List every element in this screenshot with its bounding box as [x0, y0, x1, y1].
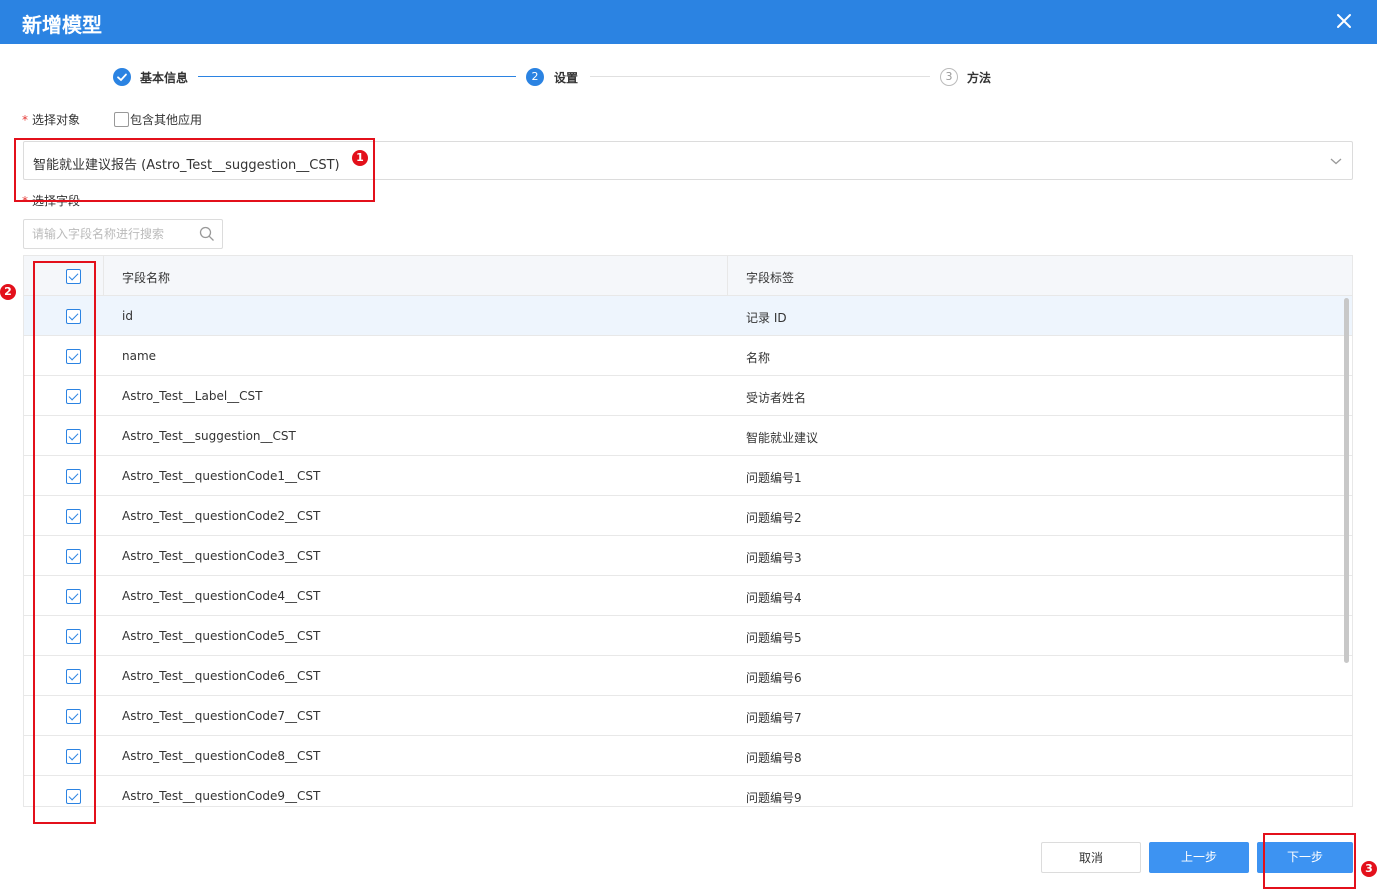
table-row[interactable]: Astro_Test__questionCode8__CST 问题编号8	[24, 736, 1352, 776]
table-row[interactable]: Astro_Test__questionCode4__CST 问题编号4	[24, 576, 1352, 616]
field-label-cell: 问题编号3	[746, 551, 802, 565]
close-icon[interactable]	[1333, 10, 1355, 32]
field-label-cell: 问题编号8	[746, 751, 802, 765]
table-row[interactable]: Astro_Test__questionCode1__CST 问题编号1	[24, 456, 1352, 496]
chevron-down-icon	[1330, 158, 1342, 165]
step-settings: 设置	[554, 71, 579, 85]
field-label-cell: 受访者姓名	[746, 391, 807, 405]
include-other-apps-checkbox[interactable]: 包含其他应用	[114, 111, 202, 128]
table-row[interactable]: Astro_Test__questionCode9__CST 问题编号9	[24, 776, 1352, 806]
table-row[interactable]: Astro_Test__questionCode3__CST 问题编号3	[24, 536, 1352, 576]
table-header: 字段名称 字段标签	[24, 256, 1352, 296]
field-name-cell: Astro_Test__questionCode4__CST	[122, 589, 321, 603]
field-label-cell: 问题编号9	[746, 791, 802, 805]
table-row[interactable]: Astro_Test__questionCode5__CST 问题编号5	[24, 616, 1352, 656]
table-row[interactable]: Astro_Test__questionCode7__CST 问题编号7	[24, 696, 1352, 736]
step-done-icon	[113, 68, 131, 86]
table-scrollbar[interactable]	[1344, 298, 1349, 663]
field-search[interactable]	[23, 219, 223, 249]
field-search-input[interactable]	[32, 225, 192, 243]
step-basic-info: 基本信息	[140, 71, 189, 85]
field-name-cell: Astro_Test__questionCode9__CST	[122, 789, 321, 803]
table-row[interactable]: name 名称	[24, 336, 1352, 376]
field-name-cell: Astro_Test__questionCode1__CST	[122, 469, 321, 483]
field-label-cell: 问题编号5	[746, 631, 802, 645]
field-name-cell: name	[122, 349, 157, 363]
table-row[interactable]: Astro_Test__questionCode2__CST 问题编号2	[24, 496, 1352, 536]
step-divider	[198, 76, 516, 77]
field-name-cell: Astro_Test__questionCode8__CST	[122, 749, 321, 763]
field-name-cell: id	[122, 309, 133, 323]
annotation-badge-2: 2	[0, 284, 16, 300]
field-name-cell: Astro_Test__questionCode6__CST	[122, 669, 321, 683]
cancel-button[interactable]: 取消	[1041, 842, 1141, 873]
prev-step-button[interactable]: 上一步	[1149, 842, 1249, 873]
table-row[interactable]: id 记录 ID	[24, 296, 1352, 336]
annotation-box-2	[33, 261, 96, 824]
field-name-cell: Astro_Test__questionCode5__CST	[122, 629, 321, 643]
search-icon[interactable]	[199, 226, 215, 242]
step-3-number: 3	[940, 68, 958, 86]
field-label-cell: 问题编号2	[746, 511, 802, 525]
column-field-label: 字段标签	[746, 271, 795, 285]
column-field-name: 字段名称	[122, 271, 171, 285]
annotation-box-3	[1263, 833, 1356, 889]
annotation-badge-3: 3	[1361, 861, 1377, 877]
object-select-label: * 选择对象	[22, 113, 81, 127]
field-label-cell: 问题编号6	[746, 671, 802, 685]
field-label-cell: 问题编号1	[746, 471, 802, 485]
field-label-cell: 记录 ID	[746, 311, 787, 325]
annotation-box-1	[14, 138, 375, 202]
field-label-cell: 智能就业建议	[746, 431, 819, 445]
table-row[interactable]: Astro_Test__questionCode6__CST 问题编号6	[24, 656, 1352, 696]
field-name-cell: Astro_Test__questionCode3__CST	[122, 549, 321, 563]
step-indicator: 基本信息 2 设置 3 方法	[0, 66, 1377, 90]
table-row[interactable]: Astro_Test__suggestion__CST 智能就业建议	[24, 416, 1352, 456]
field-name-cell: Astro_Test__questionCode2__CST	[122, 509, 321, 523]
table-row[interactable]: Astro_Test__Label__CST 受访者姓名	[24, 376, 1352, 416]
step-methods: 方法	[967, 71, 992, 85]
field-label-cell: 问题编号7	[746, 711, 802, 725]
field-name-cell: Astro_Test__Label__CST	[122, 389, 263, 403]
checkbox-icon[interactable]	[114, 112, 129, 127]
step-2-number: 2	[526, 68, 544, 86]
field-name-cell: Astro_Test__questionCode7__CST	[122, 709, 321, 723]
field-label-cell: 问题编号4	[746, 591, 802, 605]
step-divider	[590, 76, 930, 77]
dialog-title: 新增模型	[22, 13, 102, 37]
field-table: 字段名称 字段标签 id 记录 ID name 名称 Astro_Test__Label…	[23, 255, 1353, 807]
annotation-badge-1: 1	[352, 150, 368, 166]
dialog-header: 新增模型	[0, 0, 1377, 44]
field-name-cell: Astro_Test__suggestion__CST	[122, 429, 296, 443]
field-label-cell: 名称	[746, 351, 771, 365]
